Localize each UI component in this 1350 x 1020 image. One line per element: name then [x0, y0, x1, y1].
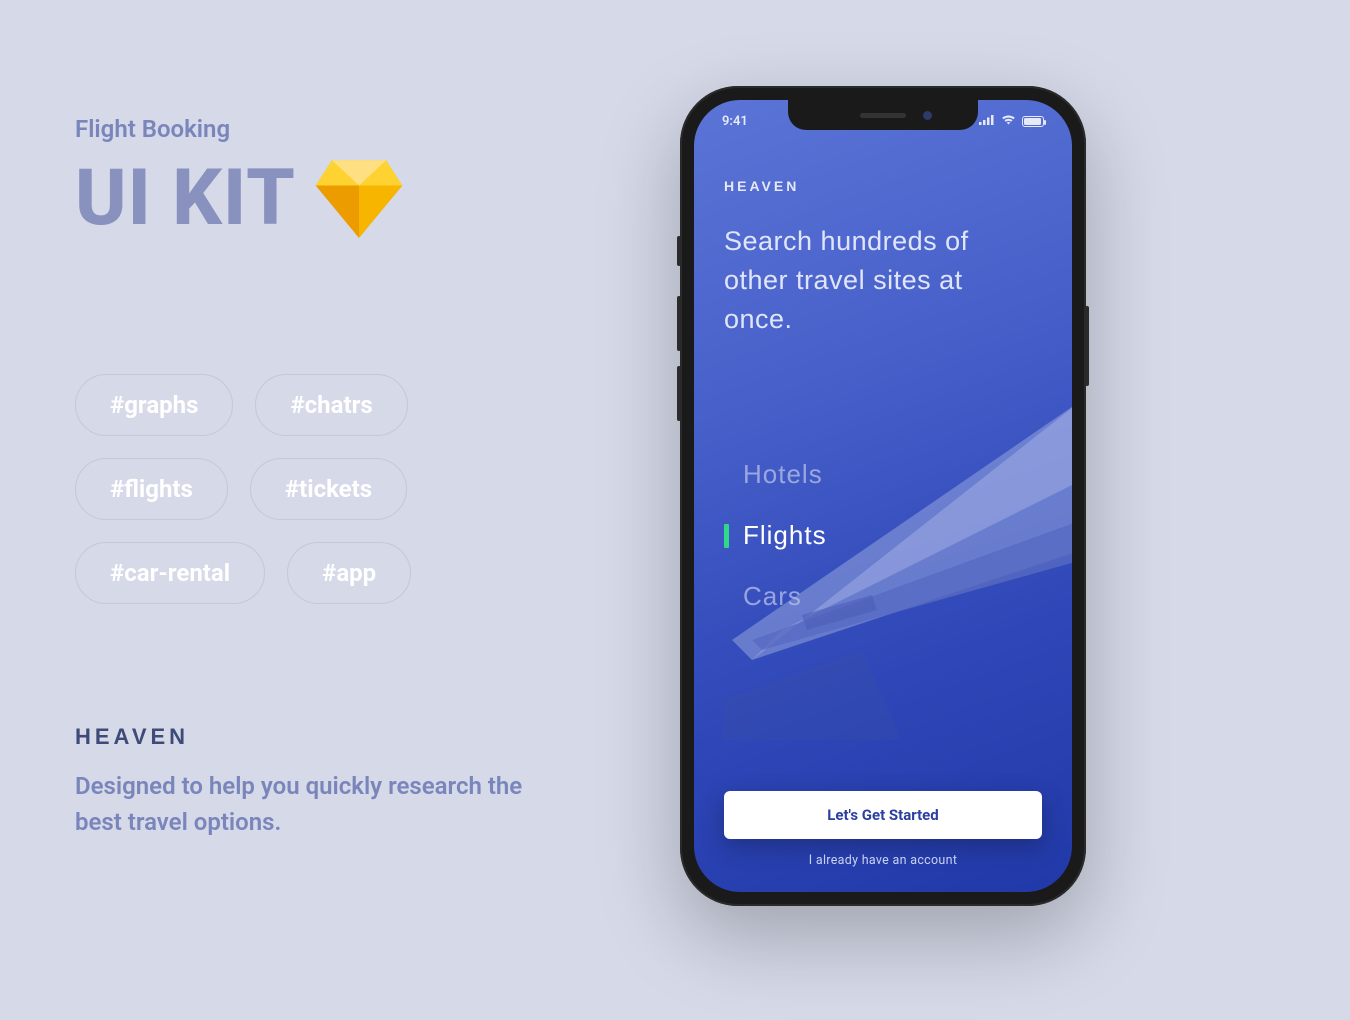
- cta-area: Let's Get Started I already have an acco…: [724, 791, 1042, 868]
- status-bar: 9:41: [694, 110, 1072, 132]
- onboarding-content: HEAVEN Search hundreds of other travel s…: [724, 178, 1042, 868]
- promo-subtitle: Flight Booking: [75, 115, 635, 143]
- tag-flights[interactable]: #flights: [75, 458, 228, 520]
- phone-mute-switch: [677, 236, 681, 266]
- app-brand: HEAVEN: [724, 178, 1042, 194]
- existing-account-link[interactable]: I already have an account: [724, 853, 1042, 868]
- status-indicators: [979, 114, 1044, 129]
- promo-title: UI KIT: [75, 153, 296, 244]
- phone-mockup: 9:41: [680, 86, 1086, 906]
- promo-panel: Flight Booking UI KIT: [75, 115, 635, 840]
- promo-description: Designed to help you quickly research th…: [75, 768, 545, 840]
- category-label: Cars: [743, 581, 802, 612]
- status-time: 9:41: [722, 114, 748, 129]
- wifi-icon: [1001, 114, 1016, 129]
- category-cars[interactable]: Cars: [724, 581, 1042, 612]
- category-hotels[interactable]: Hotels: [724, 459, 1042, 490]
- cellular-signal-icon: [979, 114, 995, 129]
- battery-icon: [1022, 116, 1044, 127]
- tag-list: #graphs #chatrs #flights #tickets #car-r…: [75, 374, 545, 604]
- tag-graphs[interactable]: #graphs: [75, 374, 233, 436]
- tag-chatrs[interactable]: #chatrs: [255, 374, 407, 436]
- promo-footer: HEAVEN Designed to help you quickly rese…: [75, 724, 635, 840]
- category-flights[interactable]: Flights: [724, 520, 1042, 551]
- get-started-button[interactable]: Let's Get Started: [724, 791, 1042, 839]
- category-list: Hotels Flights Cars: [724, 459, 1042, 612]
- onboarding-headline: Search hundreds of other travel sites at…: [724, 222, 1004, 339]
- category-label: Hotels: [743, 459, 823, 490]
- phone-power-button: [1085, 306, 1089, 386]
- active-marker: [724, 524, 729, 548]
- tag-car-rental[interactable]: #car-rental: [75, 542, 265, 604]
- phone-volume-down: [677, 366, 681, 421]
- promo-title-row: UI KIT: [75, 153, 635, 244]
- phone-volume-up: [677, 296, 681, 351]
- tag-app[interactable]: #app: [287, 542, 411, 604]
- brand-wordmark: HEAVEN: [75, 724, 635, 750]
- category-label: Flights: [743, 520, 827, 551]
- sketch-diamond-icon: [314, 158, 404, 240]
- phone-screen: 9:41: [694, 100, 1072, 892]
- tag-tickets[interactable]: #tickets: [250, 458, 407, 520]
